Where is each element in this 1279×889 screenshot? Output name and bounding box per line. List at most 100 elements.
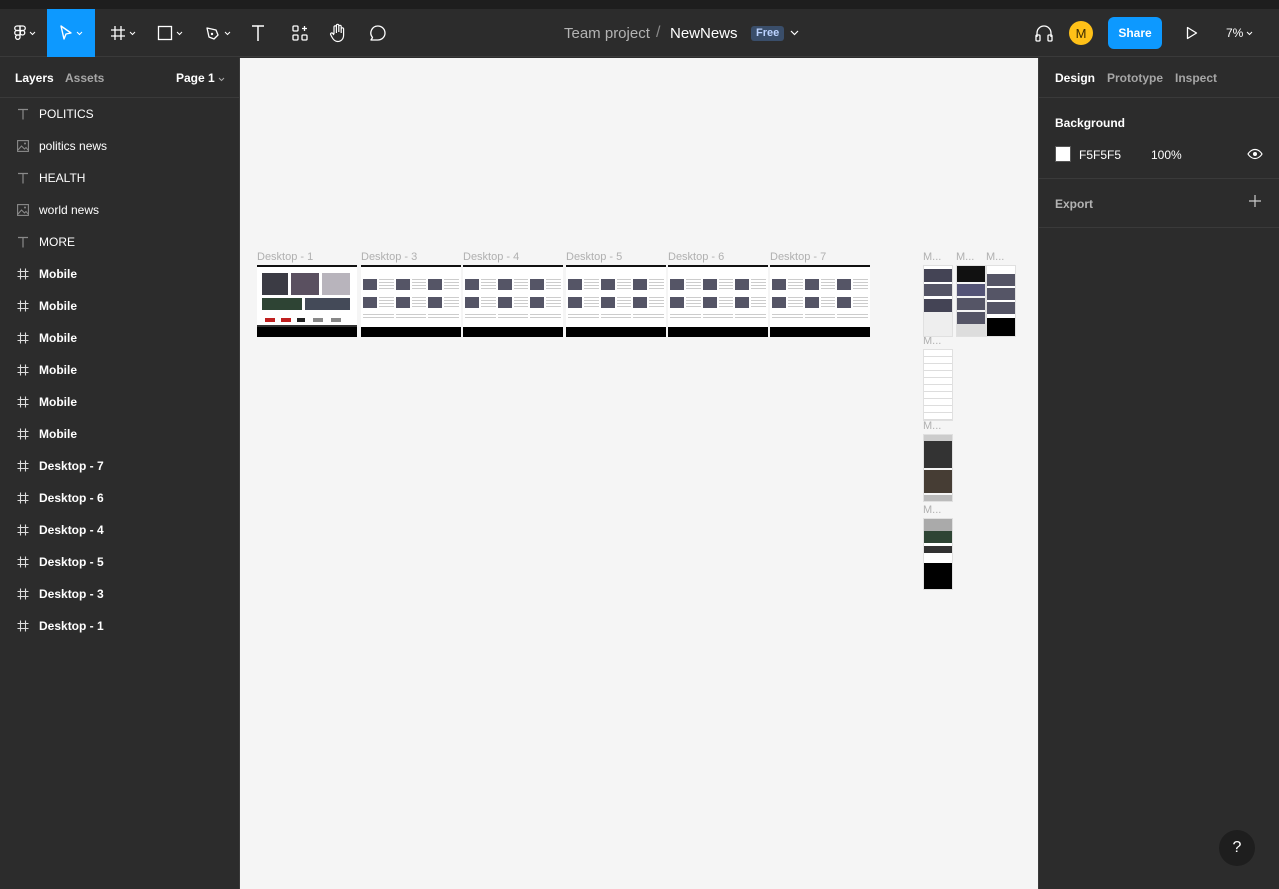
rectangle-icon: [157, 25, 173, 41]
headphones-icon: [1035, 25, 1053, 42]
mobile-frame-label[interactable]: M...: [923, 251, 941, 263]
layer-row[interactable]: Mobile: [0, 258, 239, 290]
mobile-frame-thumbnail[interactable]: [923, 349, 953, 421]
chevron-down-icon: [218, 77, 225, 82]
frame-label[interactable]: Desktop - 4: [463, 251, 519, 263]
frame-layer-icon: [16, 523, 30, 537]
layer-label: Mobile: [39, 427, 77, 441]
desktop-frame-thumbnail[interactable]: [463, 265, 563, 337]
frame-layer-icon: [16, 427, 30, 441]
layer-label: Mobile: [39, 363, 77, 377]
frame-tool[interactable]: [105, 9, 141, 57]
page-selector[interactable]: Page 1: [176, 71, 225, 85]
layer-row[interactable]: Desktop - 6: [0, 482, 239, 514]
mobile-frame-thumbnail[interactable]: [956, 265, 986, 337]
chevron-down-icon: [790, 30, 799, 36]
help-button[interactable]: ?: [1219, 830, 1255, 866]
layers-panel: Layers Assets Page 1 POLITICS politics ne…: [0, 58, 240, 889]
frame-label[interactable]: Desktop - 7: [770, 251, 826, 263]
mobile-frame-label[interactable]: M...: [986, 251, 1004, 263]
move-tool[interactable]: [47, 9, 95, 57]
present-button[interactable]: [1182, 9, 1202, 57]
frame-label[interactable]: Desktop - 5: [566, 251, 622, 263]
visibility-toggle[interactable]: [1247, 146, 1263, 167]
layer-row[interactable]: MORE: [0, 226, 239, 258]
layer-label: POLITICS: [39, 107, 94, 121]
tab-layers[interactable]: Layers: [15, 71, 54, 85]
mobile-frame-label[interactable]: M...: [923, 420, 941, 432]
text-layer-icon: [16, 235, 30, 249]
frame-label[interactable]: Desktop - 1: [257, 251, 313, 263]
desktop-frame-thumbnail[interactable]: [257, 265, 357, 337]
layer-row[interactable]: POLITICS: [0, 98, 239, 130]
layer-row[interactable]: Desktop - 1: [0, 610, 239, 642]
add-export-button[interactable]: [1247, 193, 1263, 214]
layer-row[interactable]: Mobile: [0, 418, 239, 450]
layer-label: Desktop - 4: [39, 523, 104, 537]
comment-tool[interactable]: [366, 9, 390, 57]
background-hex-input[interactable]: F5F5F5: [1079, 148, 1121, 162]
text-layer-icon: [16, 171, 30, 185]
layer-row[interactable]: Mobile: [0, 386, 239, 418]
pointer-icon: [60, 25, 72, 40]
frame-layer-icon: [16, 619, 30, 633]
export-section-title: Export: [1055, 197, 1094, 211]
zoom-menu[interactable]: 7%: [1226, 9, 1253, 57]
tab-prototype[interactable]: Prototype: [1107, 71, 1163, 85]
mobile-frame-thumbnail[interactable]: [923, 518, 953, 590]
background-opacity-input[interactable]: 100%: [1151, 148, 1182, 162]
pen-icon: [206, 27, 219, 40]
layer-row[interactable]: Desktop - 7: [0, 450, 239, 482]
layer-row[interactable]: Mobile: [0, 290, 239, 322]
team-name[interactable]: Team project: [564, 9, 650, 57]
plus-icon: [1249, 195, 1261, 207]
layer-row[interactable]: Desktop - 3: [0, 578, 239, 610]
layer-row[interactable]: Desktop - 4: [0, 514, 239, 546]
layer-label: Mobile: [39, 299, 77, 313]
mobile-frame-thumbnail[interactable]: [923, 265, 953, 337]
layer-label: Desktop - 3: [39, 587, 104, 601]
desktop-frame-thumbnail[interactable]: [668, 265, 768, 337]
frame-label[interactable]: Desktop - 3: [361, 251, 417, 263]
mobile-frame-label[interactable]: M...: [923, 504, 941, 516]
file-name[interactable]: NewNews: [670, 9, 738, 57]
layer-row[interactable]: politics news: [0, 130, 239, 162]
resources-tool[interactable]: [288, 9, 312, 57]
text-tool[interactable]: [246, 9, 270, 57]
section-divider: [1039, 227, 1279, 228]
mobile-frame-thumbnail[interactable]: [923, 434, 953, 502]
file-menu-button[interactable]: [790, 9, 799, 57]
share-button[interactable]: Share: [1108, 17, 1162, 49]
frame-label[interactable]: Desktop - 6: [668, 251, 724, 263]
audio-button[interactable]: [1032, 9, 1056, 57]
layer-row[interactable]: Mobile: [0, 322, 239, 354]
comment-icon: [370, 25, 386, 41]
tab-inspect[interactable]: Inspect: [1175, 71, 1217, 85]
mobile-frame-label[interactable]: M...: [956, 251, 974, 263]
chevron-down-icon: [1246, 31, 1253, 35]
tab-assets[interactable]: Assets: [65, 71, 104, 85]
frame-layer-icon: [16, 587, 30, 601]
eye-icon: [1247, 148, 1263, 160]
desktop-frame-thumbnail[interactable]: [770, 265, 870, 337]
tab-design[interactable]: Design: [1055, 71, 1095, 85]
layer-row[interactable]: world news: [0, 194, 239, 226]
desktop-frame-thumbnail[interactable]: [566, 265, 666, 337]
hand-tool[interactable]: [326, 9, 350, 57]
layer-row[interactable]: Desktop - 5: [0, 546, 239, 578]
layer-row[interactable]: Mobile: [0, 354, 239, 386]
main-menu-button[interactable]: [8, 9, 42, 57]
pen-tool[interactable]: [200, 9, 236, 57]
layer-row[interactable]: HEALTH: [0, 162, 239, 194]
layer-label: Desktop - 6: [39, 491, 104, 505]
layer-label: Mobile: [39, 395, 77, 409]
chevron-down-icon: [129, 31, 136, 35]
desktop-frame-thumbnail[interactable]: [361, 265, 461, 337]
frame-layer-icon: [16, 555, 30, 569]
frame-layer-icon: [16, 491, 30, 505]
avatar[interactable]: M: [1069, 21, 1093, 45]
mobile-frame-thumbnail[interactable]: [986, 265, 1016, 337]
shape-tool[interactable]: [152, 9, 188, 57]
canvas[interactable]: Desktop - 1 Desktop - 3 Desktop - 4 Desktop…: [240, 58, 1038, 889]
background-color-swatch[interactable]: [1055, 146, 1071, 162]
